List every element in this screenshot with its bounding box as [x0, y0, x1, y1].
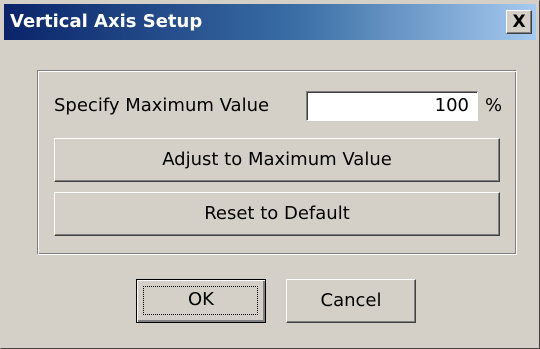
ok-button[interactable]: OK — [136, 279, 266, 323]
ok-label: OK — [188, 289, 214, 310]
reset-default-button[interactable]: Reset to Default — [54, 192, 500, 236]
close-button[interactable]: X — [506, 10, 532, 34]
adjust-to-max-button[interactable]: Adjust to Maximum Value — [54, 138, 500, 182]
adjust-to-max-label: Adjust to Maximum Value — [162, 149, 392, 170]
cancel-button[interactable]: Cancel — [286, 279, 416, 323]
percent-unit-label: % — [485, 95, 503, 116]
max-value-input[interactable]: 100 — [306, 91, 478, 121]
dialog-window: Vertical Axis Setup X Specify Maximum Va… — [0, 0, 540, 349]
cancel-label: Cancel — [320, 290, 382, 311]
title-bar[interactable]: Vertical Axis Setup X — [4, 4, 536, 40]
reset-default-label: Reset to Default — [204, 203, 350, 224]
max-value-label: Specify Maximum Value — [54, 95, 270, 116]
window-title: Vertical Axis Setup — [10, 11, 203, 32]
close-icon: X — [512, 12, 526, 32]
